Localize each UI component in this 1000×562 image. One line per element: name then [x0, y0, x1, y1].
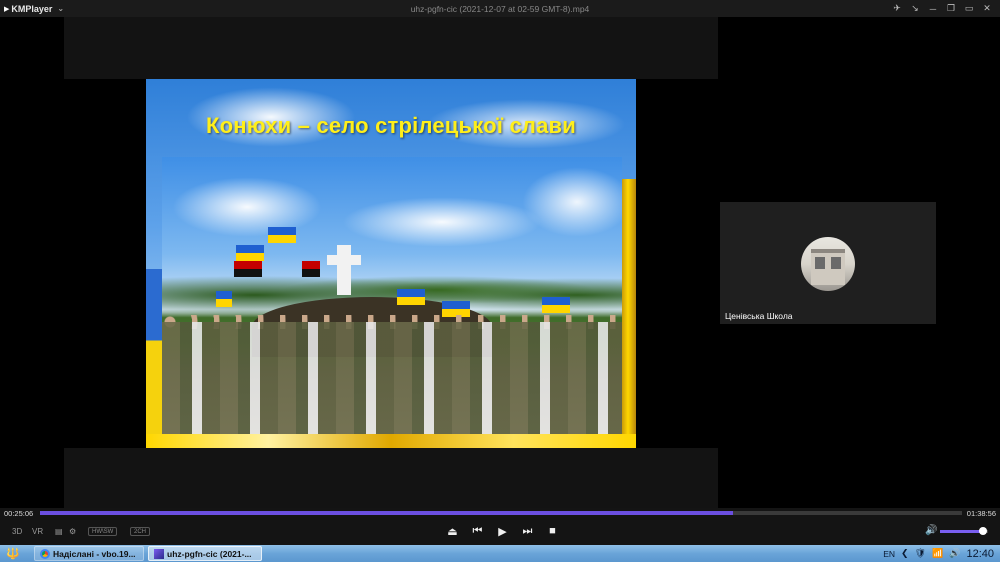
shared-screen-top-band: [64, 17, 718, 79]
ceremony-photo: [162, 157, 622, 434]
taskbar-item-label: Надіслані - vbo.19...: [53, 548, 136, 559]
avatar: [801, 237, 855, 291]
chevron-left-icon[interactable]: ❮: [901, 548, 909, 559]
vr-mode-button[interactable]: VR: [32, 525, 43, 537]
speaker-icon[interactable]: 🔊: [949, 548, 960, 559]
title-bar: ▶ KMPlayer ⌄ uhz-pgfn-cic (2021-12-07 at…: [0, 0, 1000, 17]
close-button[interactable]: ✕: [978, 0, 996, 17]
seek-bar-progress: [40, 511, 734, 515]
taskbar-item-kmplayer[interactable]: uhz-pgfn-cic (2021-...: [148, 546, 262, 561]
3d-mode-button[interactable]: 3D: [12, 525, 22, 537]
red-black-flag: [302, 261, 320, 277]
transport-controls: ⏏ ⏮ ▶ ⏭ ■: [440, 522, 565, 540]
hw-sw-decoder-button[interactable]: HW\SW: [88, 527, 118, 536]
clock[interactable]: 12:40: [966, 548, 994, 560]
eject-icon[interactable]: ⏏: [440, 522, 465, 540]
photo-cloud: [522, 167, 622, 237]
ukraine-flag: [397, 289, 425, 305]
window-controls: ✈ ↘ ─ ❐ ▭ ✕: [888, 0, 996, 17]
video-display[interactable]: Конюхи – село стрілецької слави Ценівськ…: [0, 17, 1000, 508]
gear-icon[interactable]: ⚙: [69, 525, 76, 537]
language-indicator[interactable]: EN: [883, 549, 895, 559]
shared-screen-bottom-band: [64, 448, 718, 508]
pin-icon[interactable]: ✈: [888, 0, 906, 17]
participant-tile: Ценівська Школа: [720, 202, 936, 324]
total-time: 01:38:56: [966, 509, 996, 518]
menu-icon[interactable]: ▤: [55, 525, 63, 537]
photo-cloud: [172, 177, 322, 237]
presentation-slide: Конюхи – село стрілецької слави: [146, 79, 636, 448]
elapsed-time: 00:25:06: [4, 509, 34, 518]
chevron-down-icon: ⌄: [57, 4, 65, 13]
photo-cloud: [342, 197, 542, 247]
play-icon[interactable]: ▶: [490, 522, 515, 540]
shield-icon[interactable]: 🛡: [915, 548, 926, 559]
seek-bar[interactable]: [40, 511, 962, 515]
kmplayer-logo-icon: ▶: [4, 5, 10, 13]
taskbar-item-label: uhz-pgfn-cic (2021-...: [167, 548, 252, 559]
slide-title: Конюхи – село стрілецької слави: [205, 113, 576, 138]
start-button[interactable]: 🔱: [4, 546, 22, 561]
volume-icon[interactable]: 🔊: [925, 525, 937, 536]
trident-icon: 🔱: [6, 548, 20, 560]
mini-mode-icon[interactable]: ↘: [906, 0, 924, 17]
ukraine-flag: [268, 227, 296, 243]
chrome-icon: [40, 548, 50, 559]
minimize-button[interactable]: ─: [924, 0, 942, 17]
previous-icon[interactable]: ⏮: [465, 522, 490, 540]
ukraine-flag: [216, 291, 232, 307]
restore-button[interactable]: ❐: [942, 0, 960, 17]
maximize-button[interactable]: ▭: [960, 0, 978, 17]
audio-channel-button[interactable]: 2CH: [130, 527, 151, 536]
volume-slider-handle[interactable]: [979, 527, 988, 535]
gold-frame-right: [620, 179, 636, 448]
volume-level: [940, 530, 984, 533]
taskbar-item-chrome[interactable]: Надіслані - vbo.19...: [34, 546, 144, 561]
building-window: [815, 257, 825, 269]
control-row: 3D VR ▤ ⚙ HW\SW 2CH ⏏ ⏮ ▶ ⏭ ■ 🔊: [0, 520, 1000, 542]
volume-slider[interactable]: [940, 527, 988, 535]
window-title: uhz-pgfn-cic (2021-12-07 at 02-59 GMT-8)…: [410, 3, 590, 14]
app-menu[interactable]: ▶ KMPlayer ⌄: [0, 4, 64, 14]
photo-crowd: [162, 322, 622, 434]
red-black-flag: [234, 261, 262, 277]
gold-frame-bottom: [146, 434, 636, 448]
app-name: KMPlayer: [11, 3, 53, 14]
system-tray: EN ❮ 🛡 📶 🔊 12:40: [883, 545, 1000, 562]
ukraine-flag: [236, 245, 264, 261]
windows-taskbar: 🔱 Надіслані - vbo.19... uhz-pgfn-cic (20…: [0, 545, 1000, 562]
kmplayer-icon: [154, 548, 164, 559]
network-icon[interactable]: 📶: [932, 548, 943, 559]
participant-name: Ценівська Школа: [725, 311, 793, 321]
player-control-bar: 00:25:06 01:38:56 3D VR ▤ ⚙ HW\SW 2CH ⏏ …: [0, 508, 1000, 545]
ukraine-flag: [542, 297, 570, 313]
stop-icon[interactable]: ■: [540, 522, 565, 540]
memorial-cross: [327, 245, 361, 295]
building-window: [831, 257, 841, 269]
next-icon[interactable]: ⏭: [515, 522, 540, 540]
